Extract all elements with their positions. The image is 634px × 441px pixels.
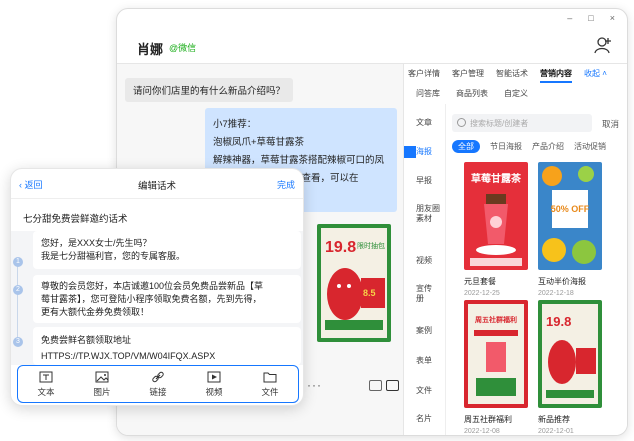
window-controls: – □ ×: [567, 13, 615, 23]
card-date: 2022-12-18: [538, 290, 574, 297]
card-headline: 19.8: [546, 314, 571, 329]
card-headline: 草莓甘露茶: [471, 172, 522, 185]
image-icon: [95, 371, 109, 382]
search-icon: [457, 118, 466, 127]
maximize-button[interactable]: □: [588, 13, 593, 23]
nav-moments[interactable]: 朋友圈素材: [404, 204, 444, 224]
tab-custom[interactable]: 自定义: [504, 88, 528, 99]
nav-file[interactable]: 文件: [404, 386, 432, 396]
script-subject[interactable]: 七分甜免费尝鲜邀约话术: [23, 211, 128, 225]
chip-holiday[interactable]: 节日海报: [490, 140, 522, 153]
nav-poster[interactable]: 海报: [404, 147, 432, 157]
panel-tabs: 客户详情 客户管理 智能话术 营销内容 收起 ˄: [408, 68, 627, 83]
step-connector: [17, 259, 18, 341]
text-icon: [39, 371, 53, 382]
poster-message-image[interactable]: 19.8 限时抽包 8.5: [317, 224, 391, 342]
poster-thumbnail: 50% OFF: [538, 162, 602, 270]
more-dots[interactable]: ···: [307, 378, 322, 392]
poster-card[interactable]: 50% OFF 互动半价海报 2022-12-18: [538, 162, 602, 297]
sidebar-toggle-icon[interactable]: [386, 380, 399, 391]
poster-tag-text: 限时抽包: [357, 241, 385, 250]
poster-big-text: 8.5: [363, 288, 376, 298]
tab-customer-detail[interactable]: 客户详情: [408, 68, 440, 83]
cancel-button[interactable]: 取消: [602, 118, 619, 130]
insert-file-button[interactable]: 文件: [261, 371, 279, 398]
incoming-message: 请问你们店里的有什么新品介绍吗？: [125, 78, 294, 102]
contact-source-tag: @微信: [169, 43, 197, 53]
poster-card[interactable]: 19.8 新品推荐 2022-12-01: [538, 300, 602, 435]
edit-panel-title: 编辑话术: [137, 181, 176, 192]
nav-article[interactable]: 文章: [404, 118, 432, 128]
poster-card[interactable]: 周五社群福利 周五社群福利 2022-12-08: [464, 300, 528, 435]
card-name: 互动半价海报: [538, 277, 586, 286]
insert-text-button[interactable]: 文本: [37, 371, 55, 398]
nav-video[interactable]: 视频: [404, 256, 432, 266]
script-message[interactable]: 尊敬的会员您好，本店诚邀100位会员免费品尝新品【草 莓甘露茶】，您可登陆小程序…: [33, 275, 301, 323]
card-headline: 50% OFF: [551, 204, 590, 214]
card-name: 新品推荐: [538, 415, 570, 424]
card-headline: 周五社群福利: [475, 315, 517, 324]
card-date: 2022-12-01: [538, 428, 574, 435]
outgoing-title: 小7推荐：: [213, 119, 257, 130]
close-button[interactable]: ×: [610, 13, 615, 23]
chat-toolbar: [369, 380, 399, 391]
poster-price-text: 19.8: [325, 239, 356, 256]
card-date: 2022-12-25: [464, 290, 500, 297]
nav-case[interactable]: 案例: [404, 326, 432, 336]
minimize-button[interactable]: –: [567, 13, 572, 23]
collapse-link[interactable]: 收起 ˄: [584, 68, 607, 83]
poster-thumbnail: 19.8: [538, 300, 602, 408]
edit-script-panel: ‹ 返回 编辑话术 完成 七分甜免费尝鲜邀约话术 1 您好，是XXX女士/先生吗…: [10, 168, 304, 406]
step-number: 1: [13, 257, 23, 267]
chevron-up-icon: ˄: [600, 69, 607, 78]
chat-header: 肖娜 @微信: [117, 27, 627, 63]
chip-promo[interactable]: 活动促销: [574, 140, 606, 153]
nav-morning-news[interactable]: 早报: [404, 176, 432, 186]
script-message[interactable]: 免费尝鲜名额领取地址 HTTPS://TP.WJX.TOP/VM/W04IFQX…: [33, 327, 301, 365]
insert-video-button[interactable]: 视频: [205, 371, 223, 398]
screenshot-icon[interactable]: [369, 380, 382, 391]
step-number: 3: [13, 337, 23, 347]
chip-product[interactable]: 产品介绍: [532, 140, 564, 153]
script-messages: 1 您好，是XXX女士/先生吗？ 我是七分甜福利官，您的专属客服。 2 尊敬的会…: [11, 231, 303, 365]
folder-icon: [263, 372, 277, 382]
tab-customer-manage[interactable]: 客户管理: [452, 68, 484, 83]
add-user-icon[interactable]: [593, 35, 613, 55]
done-button[interactable]: 完成: [277, 178, 295, 191]
chip-all[interactable]: 全部: [452, 140, 480, 153]
tab-product-list[interactable]: 商品列表: [456, 88, 488, 99]
tab-marketing-content[interactable]: 营销内容: [540, 68, 572, 83]
panel-tabs-row2: 问答库 商品列表 自定义: [416, 88, 544, 99]
nav-card[interactable]: 名片: [404, 414, 432, 424]
insert-toolbar: 文本 图片 链接 视频 文件: [17, 365, 299, 403]
tab-smart-script[interactable]: 智能话术: [496, 68, 528, 83]
search-input[interactable]: 搜索标题/创建者: [452, 114, 592, 132]
nav-form[interactable]: 表单: [404, 356, 432, 366]
poster-card[interactable]: 草莓甘露茶 元旦套餐 2022-12-25: [464, 162, 528, 297]
card-name: 元旦套餐: [464, 277, 496, 286]
poster-thumbnail: 周五社群福利: [464, 300, 528, 408]
card-date: 2022-12-08: [464, 428, 500, 435]
script-message[interactable]: 您好，是XXX女士/先生吗？ 我是七分甜福利官，您的专属客服。: [33, 231, 301, 269]
poster-thumbnail: 草莓甘露茶: [464, 162, 528, 270]
link-icon: [152, 371, 164, 382]
edit-panel-header: ‹ 返回 编辑话术 完成: [11, 169, 303, 199]
tab-qa-library[interactable]: 问答库: [416, 88, 440, 99]
card-name: 周五社群福利: [464, 415, 512, 424]
contact-name: 肖娜: [137, 42, 164, 57]
nav-brochure[interactable]: 宣传册: [404, 284, 436, 304]
content-type-nav: 文章 海报 早报 朋友圈素材 视频 宣传册 案例 表单 文件 名片: [404, 104, 446, 435]
filter-chips: 全部 节日海报 产品介绍 活动促销: [452, 140, 616, 153]
video-icon: [207, 371, 221, 382]
right-panel: 客户详情 客户管理 智能话术 营销内容 收起 ˄ 问答库 商品列表 自定义 文章…: [403, 63, 627, 435]
step-number: 2: [13, 285, 23, 295]
outgoing-line: 泡椒凤爪+草莓甘露茶: [213, 137, 305, 148]
insert-link-button[interactable]: 链接: [149, 371, 167, 398]
insert-image-button[interactable]: 图片: [93, 371, 111, 398]
